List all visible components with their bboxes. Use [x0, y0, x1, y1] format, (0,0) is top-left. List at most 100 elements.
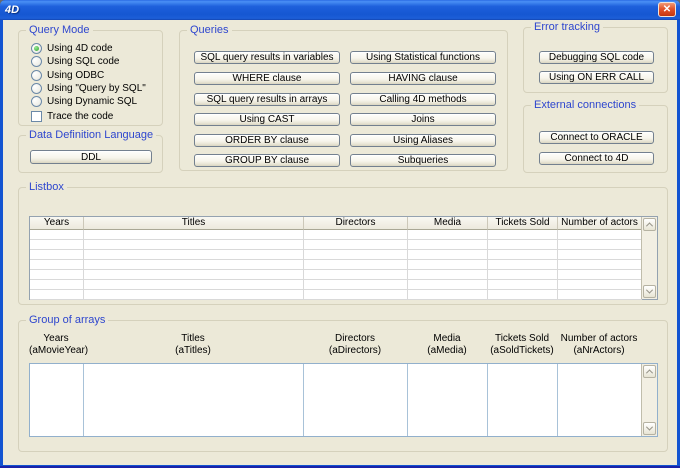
table-row[interactable]: [30, 280, 642, 290]
scroll-up-button[interactable]: [643, 365, 656, 378]
order-by-clause-button[interactable]: ORDER BY clause: [194, 134, 340, 147]
radio-label: Using "Query by SQL": [47, 83, 146, 94]
table-row[interactable]: [30, 230, 642, 240]
table-cell: [488, 260, 558, 269]
chevron-down-icon: [646, 424, 653, 431]
array-column-years[interactable]: [30, 364, 84, 436]
radio-icon[interactable]: [31, 96, 42, 107]
radio-icon[interactable]: [31, 56, 42, 67]
array-label-directors: Directors(aDirectors): [303, 333, 407, 357]
table-cell: [558, 270, 642, 279]
where-clause-button[interactable]: WHERE clause: [194, 72, 340, 85]
radio-label: Using Dynamic SQL: [47, 96, 137, 107]
connect-to-4d-button[interactable]: Connect to 4D: [539, 152, 654, 165]
table-cell: [408, 250, 488, 259]
arrays-vertical-scrollbar[interactable]: [641, 364, 657, 436]
joins-button[interactable]: Joins: [350, 113, 496, 126]
group-title-group-of-arrays: Group of arrays: [26, 314, 108, 326]
array-column-number-of-actors[interactable]: [558, 364, 642, 436]
scroll-up-button[interactable]: [643, 218, 656, 231]
table-cell: [84, 280, 304, 289]
table-cell: [408, 280, 488, 289]
title-bar[interactable]: 4D ✕: [0, 0, 680, 20]
group-by-clause-button[interactable]: GROUP BY clause: [194, 154, 340, 167]
radio-option-dynamic-sql[interactable]: Using Dynamic SQL: [31, 95, 137, 107]
table-cell: [558, 290, 642, 299]
table-cell: [30, 230, 84, 239]
table-cell: [408, 260, 488, 269]
table-row[interactable]: [30, 290, 642, 300]
table-cell: [84, 230, 304, 239]
column-header-titles[interactable]: Titles: [84, 217, 304, 230]
listbox-body: [30, 230, 642, 300]
using-statistical-functions-button[interactable]: Using Statistical functions: [350, 51, 496, 64]
radio-icon[interactable]: [31, 70, 42, 81]
array-label-titles: Titles(aTitles): [83, 333, 303, 357]
array-column-media[interactable]: [408, 364, 488, 436]
ddl-button[interactable]: DDL: [30, 150, 152, 164]
sql-query-results-in-arrays-button[interactable]: SQL query results in arrays: [194, 93, 340, 106]
sql-query-results-in-variables-button[interactable]: SQL query results in variables: [194, 51, 340, 64]
table-cell: [30, 260, 84, 269]
checkbox-icon[interactable]: [31, 111, 42, 122]
table-cell: [488, 230, 558, 239]
connect-to-oracle-button[interactable]: Connect to ORACLE: [539, 131, 654, 144]
table-cell: [558, 250, 642, 259]
group-title-listbox: Listbox: [26, 181, 67, 193]
array-column-labels: Years(aMovieYear) Titles(aTitles) Direct…: [29, 333, 641, 357]
having-clause-button[interactable]: HAVING clause: [350, 72, 496, 85]
radio-option-query-by-sql[interactable]: Using "Query by SQL": [31, 82, 146, 94]
array-label-media: Media(aMedia): [407, 333, 487, 357]
listbox-table: Years Titles Directors Media Tickets Sol…: [29, 216, 658, 300]
checkbox-label: Trace the code: [47, 111, 113, 122]
table-cell: [488, 280, 558, 289]
group-error-tracking: Error tracking Debugging SQL code Using …: [523, 27, 668, 93]
using-on-err-call-button[interactable]: Using ON ERR CALL: [539, 71, 654, 84]
table-cell: [30, 280, 84, 289]
radio-option-using-odbc[interactable]: Using ODBC: [31, 69, 104, 81]
close-button[interactable]: ✕: [658, 2, 676, 17]
group-listbox: Listbox Years Titles Directors Media Tic…: [18, 187, 668, 305]
radio-option-using-4d-code[interactable]: Using 4D code: [31, 42, 113, 54]
column-header-number-of-actors[interactable]: Number of actors: [558, 217, 642, 230]
listbox-header-row: Years Titles Directors Media Tickets Sol…: [30, 217, 642, 230]
checkbox-trace-the-code[interactable]: Trace the code: [31, 110, 113, 122]
radio-icon[interactable]: [31, 83, 42, 94]
array-label-number-of-actors: Number of actors(aNrActors): [557, 333, 641, 357]
listbox-vertical-scrollbar[interactable]: [641, 217, 657, 299]
table-cell: [304, 250, 408, 259]
table-cell: [488, 290, 558, 299]
table-cell: [304, 230, 408, 239]
radio-option-using-sql-code[interactable]: Using SQL code: [31, 55, 119, 67]
array-column-directors[interactable]: [304, 364, 408, 436]
table-cell: [84, 290, 304, 299]
group-data-definition-language: Data Definition Language DDL: [18, 135, 163, 173]
column-header-tickets-sold[interactable]: Tickets Sold: [488, 217, 558, 230]
table-row[interactable]: [30, 240, 642, 250]
scroll-down-button[interactable]: [643, 285, 656, 298]
column-header-years[interactable]: Years: [30, 217, 84, 230]
calling-4d-methods-button[interactable]: Calling 4D methods: [350, 93, 496, 106]
table-cell: [84, 260, 304, 269]
radio-label: Using ODBC: [47, 70, 104, 81]
radio-icon[interactable]: [31, 43, 42, 54]
column-header-media[interactable]: Media: [408, 217, 488, 230]
table-cell: [84, 250, 304, 259]
debugging-sql-code-button[interactable]: Debugging SQL code: [539, 51, 654, 64]
table-cell: [558, 230, 642, 239]
column-header-directors[interactable]: Directors: [304, 217, 408, 230]
using-aliases-button[interactable]: Using Aliases: [350, 134, 496, 147]
scroll-down-button[interactable]: [643, 422, 656, 435]
table-row[interactable]: [30, 250, 642, 260]
arrays-list-area[interactable]: [29, 363, 658, 437]
array-column-titles[interactable]: [84, 364, 304, 436]
table-cell: [558, 260, 642, 269]
subqueries-button[interactable]: Subqueries: [350, 154, 496, 167]
table-row[interactable]: [30, 260, 642, 270]
table-cell: [408, 240, 488, 249]
array-column-tickets-sold[interactable]: [488, 364, 558, 436]
table-cell: [30, 240, 84, 249]
table-cell: [84, 240, 304, 249]
table-row[interactable]: [30, 270, 642, 280]
using-cast-button[interactable]: Using CAST: [194, 113, 340, 126]
